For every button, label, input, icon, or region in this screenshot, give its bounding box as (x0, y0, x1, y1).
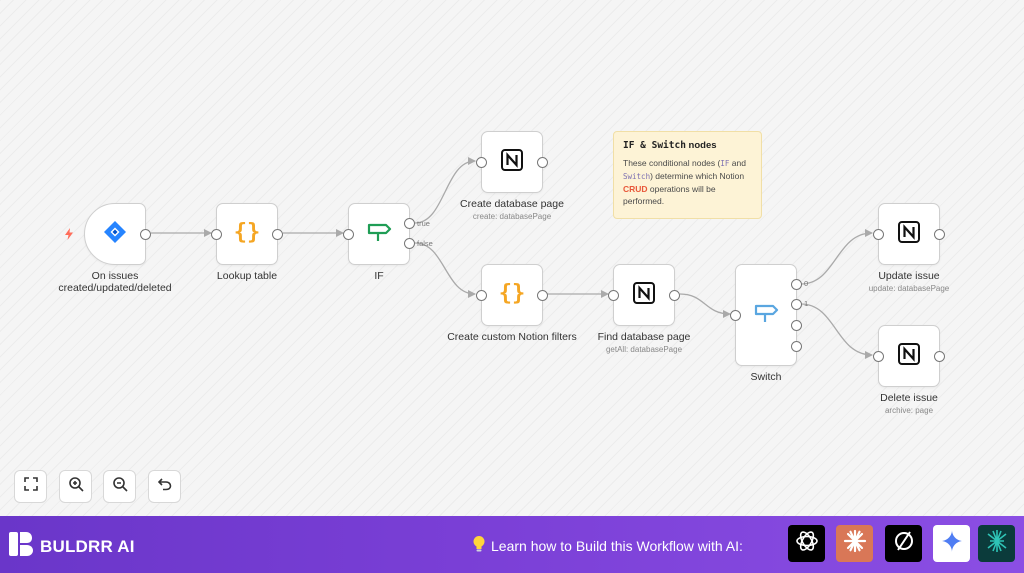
output-handle-1[interactable] (791, 299, 802, 310)
output-handle[interactable] (537, 157, 548, 168)
port-label-0: 0 (804, 279, 809, 288)
output-handle[interactable] (934, 229, 945, 240)
deepseek-logo (984, 528, 1010, 559)
signpost-icon (752, 300, 780, 331)
node-create-database-page[interactable] (476, 131, 548, 193)
port-label-false: false (417, 239, 433, 248)
node-sublabel: getAll: databasePage (605, 345, 683, 354)
input-handle[interactable] (476, 157, 487, 168)
perplexity-logo-button[interactable] (885, 525, 922, 562)
learn-cta-text: Learn how to Build this Workflow with AI… (491, 537, 743, 554)
workflow-canvas[interactable]: On issues created/updated/deleted {} Loo… (0, 0, 1024, 516)
port-label-true: true (417, 219, 430, 228)
node-lookup-table[interactable]: {} (211, 203, 283, 265)
node-sublabel: update: databasePage (868, 284, 950, 293)
node-label: Delete issue (880, 392, 938, 404)
port-label-1: 1 (804, 299, 809, 308)
output-handle[interactable] (537, 290, 548, 301)
node-label: Find database page (597, 331, 691, 343)
notion-icon (499, 147, 525, 178)
chatgpt-logo (794, 528, 820, 559)
claude-logo-button[interactable] (836, 525, 873, 562)
node-switch[interactable] (730, 264, 802, 366)
fit-view-button[interactable] (14, 470, 47, 503)
gemini-logo-button[interactable] (933, 525, 970, 562)
brand[interactable]: BULDRR AI (8, 530, 135, 563)
output-handle[interactable] (934, 351, 945, 362)
code-braces-icon: {} (233, 218, 261, 251)
zoom-in-icon (68, 476, 84, 497)
sticky-title: IF & Switch nodes (623, 140, 717, 151)
node-trigger[interactable] (84, 203, 151, 265)
node-delete-issue[interactable] (873, 325, 945, 387)
edge-switch-delete (800, 303, 873, 359)
lightbulb-icon (472, 535, 486, 556)
edge-if-false (414, 242, 476, 298)
lightning-icon (64, 227, 74, 245)
node-label: Update issue (878, 270, 940, 282)
perplexity-logo (891, 528, 917, 559)
output-handle-0[interactable] (791, 279, 802, 290)
gemini-logo (940, 529, 964, 558)
node-label: Switch (750, 371, 782, 383)
node-label: Lookup table (216, 270, 278, 282)
node-sublabel: archive: page (884, 406, 934, 415)
buldrr-logo-icon (8, 530, 34, 563)
input-handle[interactable] (608, 290, 619, 301)
node-label: On issues created/updated/deleted (58, 270, 172, 294)
learn-cta[interactable]: Learn how to Build this Workflow with AI… (472, 535, 743, 556)
zoom-out-icon (112, 476, 128, 497)
output-handle[interactable] (140, 229, 151, 240)
notion-icon (896, 341, 922, 372)
signpost-icon (365, 219, 393, 250)
zoom-in-button[interactable] (59, 470, 92, 503)
svg-text:{}: {} (499, 281, 526, 306)
notion-icon (896, 219, 922, 250)
sticky-note[interactable]: IF & Switch nodes These conditional node… (613, 131, 762, 219)
deepseek-logo-button[interactable] (978, 525, 1015, 562)
input-handle[interactable] (873, 229, 884, 240)
node-if[interactable] (343, 203, 415, 265)
undo-icon (157, 477, 172, 496)
connection-lines (151, 157, 873, 359)
input-handle[interactable] (476, 290, 487, 301)
sticky-body: These conditional nodes (IF and Switch) … (623, 158, 746, 206)
brand-name: BULDRR AI (40, 536, 135, 556)
footer-banner: BULDRR AI Learn how to Build this Workfl… (0, 516, 1024, 573)
node-find-database-page[interactable] (608, 264, 680, 326)
node-create-custom-notion-filters[interactable]: {} (476, 264, 548, 326)
node-label: IF (374, 270, 384, 282)
output-handle-true[interactable] (404, 218, 415, 229)
output-handle-2[interactable] (791, 320, 802, 331)
fullscreen-icon (23, 477, 38, 496)
svg-text:{}: {} (234, 220, 261, 245)
input-handle[interactable] (343, 229, 354, 240)
input-handle[interactable] (211, 229, 222, 240)
output-handle[interactable] (669, 290, 680, 301)
node-label: Create custom Notion filters (447, 331, 577, 343)
reset-button[interactable] (148, 470, 181, 503)
input-handle[interactable] (730, 310, 741, 321)
node-update-issue[interactable] (873, 203, 945, 265)
output-handle-false[interactable] (404, 238, 415, 249)
code-braces-icon: {} (498, 279, 526, 312)
chatgpt-logo-button[interactable] (788, 525, 825, 562)
output-handle-3[interactable] (791, 341, 802, 352)
zoom-out-button[interactable] (103, 470, 136, 503)
input-handle[interactable] (873, 351, 884, 362)
claude-logo (842, 528, 868, 559)
node-label: Create database page (460, 198, 564, 210)
edge-find-switch (679, 293, 731, 318)
notion-icon (631, 280, 657, 311)
output-handle[interactable] (272, 229, 283, 240)
jira-icon (102, 219, 128, 250)
node-sublabel: create: databasePage (472, 212, 552, 221)
